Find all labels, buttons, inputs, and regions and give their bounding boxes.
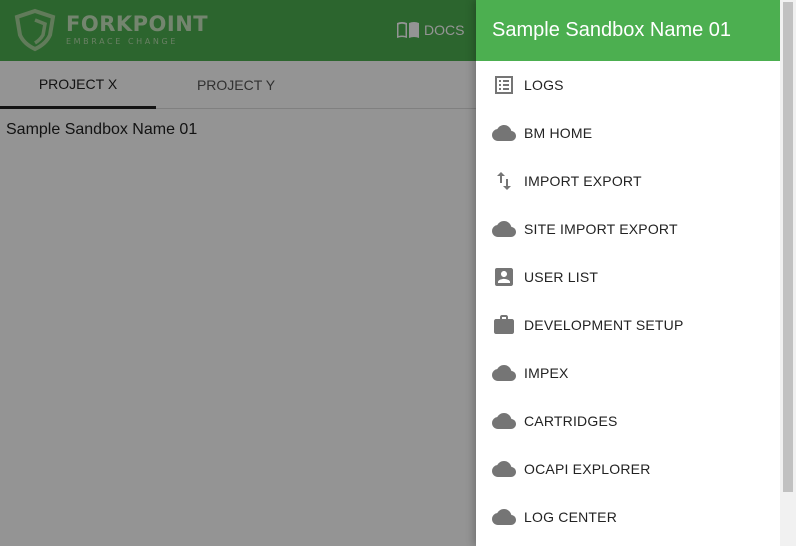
menu-item-label: LOG CENTER [524,509,618,525]
menu-item-development-setup[interactable]: DEVELOPMENT SETUP [476,301,780,349]
menu-item-cartridges[interactable]: CARTRIDGES [476,397,780,445]
menu-item-logs[interactable]: LOGS [476,61,780,109]
cloud-icon [492,121,516,145]
cloud-icon [492,505,516,529]
swap-vert-icon [492,169,516,193]
briefcase-icon [492,313,516,337]
drawer-menu: LOGS BM HOME IMPORT EXPORT SITE IMPORT E… [476,61,780,541]
menu-item-impex[interactable]: IMPEX [476,349,780,397]
sandbox-drawer: Sample Sandbox Name 01 LOGS BM HOME IMPO… [476,0,780,546]
menu-item-label: OCAPI EXPLORER [524,461,651,477]
account-box-icon [492,265,516,289]
menu-item-label: LOGS [524,77,564,93]
drawer-scrollbar[interactable] [780,0,796,546]
scrollbar-thumb[interactable] [783,2,793,492]
menu-item-site-import-export[interactable]: SITE IMPORT EXPORT [476,205,780,253]
menu-item-label: USER LIST [524,269,599,285]
menu-item-label: DEVELOPMENT SETUP [524,317,684,333]
menu-item-label: IMPORT EXPORT [524,173,642,189]
menu-item-label: SITE IMPORT EXPORT [524,221,678,237]
menu-item-user-list[interactable]: USER LIST [476,253,780,301]
menu-item-ocapi-explorer[interactable]: OCAPI EXPLORER [476,445,780,493]
menu-item-label: CARTRIDGES [524,413,618,429]
menu-item-import-export[interactable]: IMPORT EXPORT [476,157,780,205]
cloud-icon [492,217,516,241]
cloud-icon [492,457,516,481]
menu-item-bm-home[interactable]: BM HOME [476,109,780,157]
menu-item-label: BM HOME [524,125,593,141]
cloud-icon [492,409,516,433]
drawer-title: Sample Sandbox Name 01 [476,0,780,61]
cloud-icon [492,361,516,385]
menu-item-label: IMPEX [524,365,569,381]
list-icon [492,73,516,97]
menu-item-log-center[interactable]: LOG CENTER [476,493,780,541]
